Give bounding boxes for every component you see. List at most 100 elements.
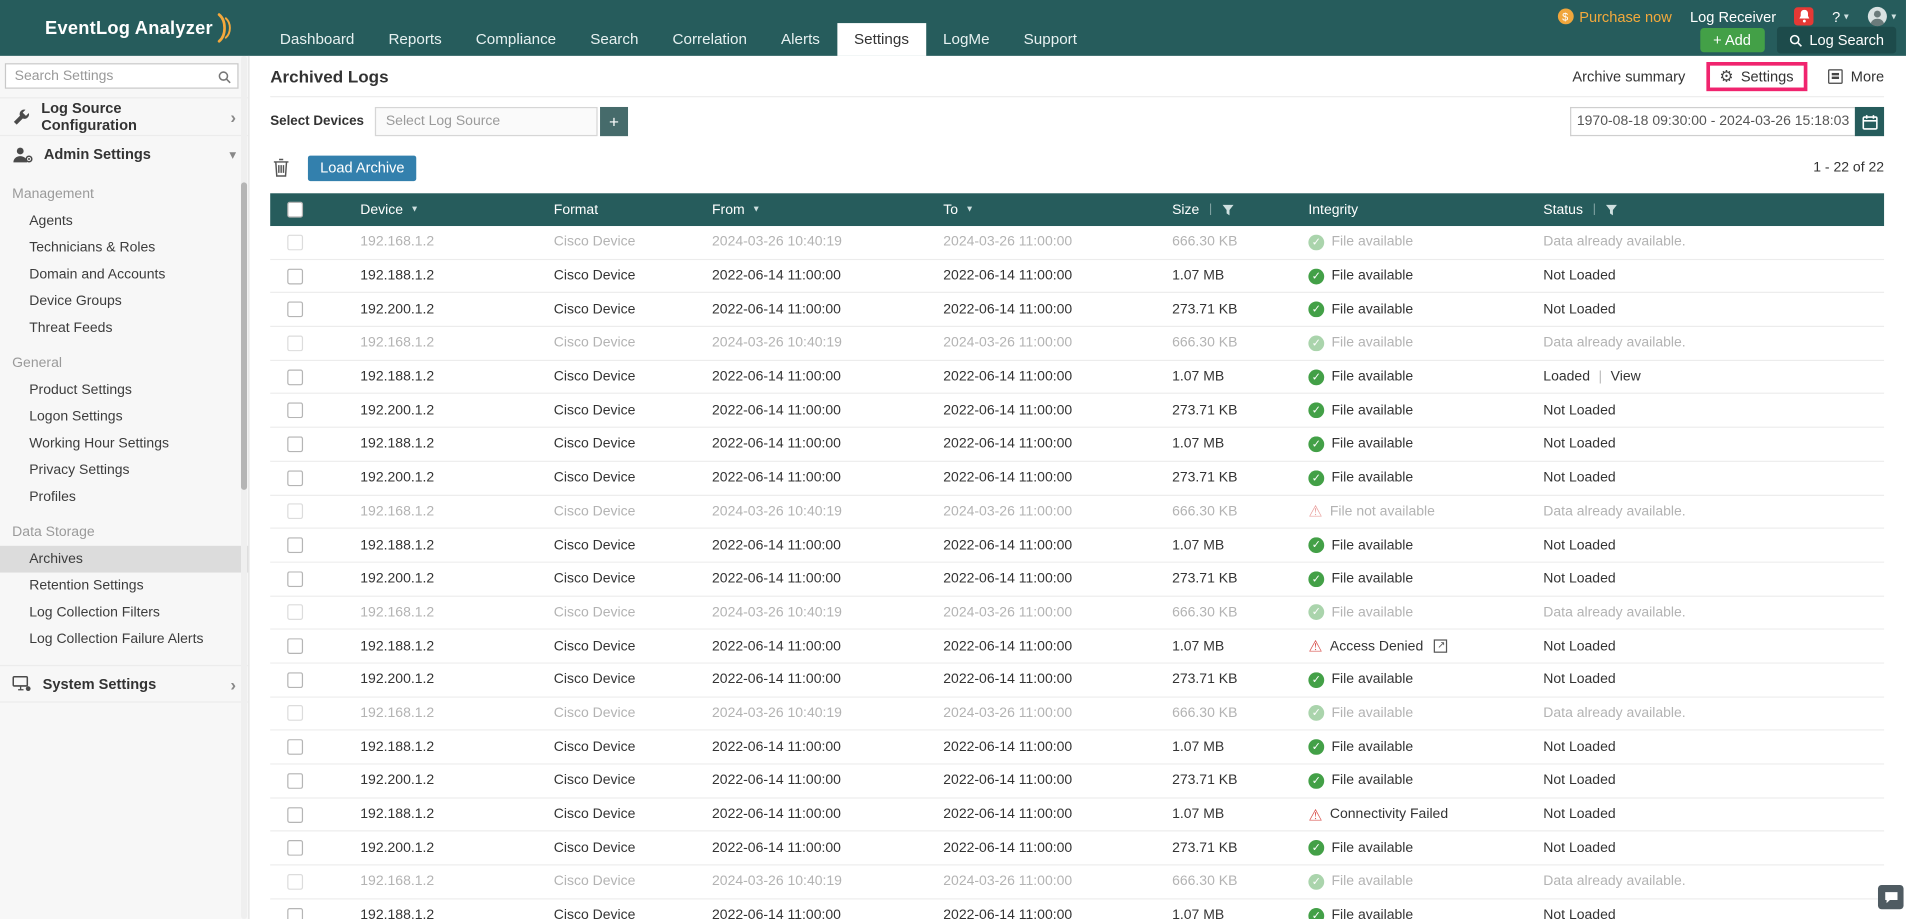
tab-reports[interactable]: Reports [371, 23, 458, 56]
row-checkbox[interactable] [286, 705, 303, 722]
archive-summary-link[interactable]: Archive summary [1572, 67, 1685, 84]
feedback-chat-icon[interactable] [1877, 884, 1904, 910]
settings-button[interactable]: Settings [1719, 67, 1794, 84]
sidebar-item-retention-settings[interactable]: Retention Settings [0, 573, 248, 600]
column-header-status[interactable]: Status | [1534, 202, 1885, 217]
row-checkbox[interactable] [286, 335, 303, 352]
column-header-from[interactable]: From [702, 202, 933, 217]
table-row[interactable]: 192.188.1.2 Cisco Device 2022-06-14 11:00:… [270, 360, 1885, 395]
row-checkbox[interactable] [286, 840, 303, 857]
table-row[interactable]: 192.200.1.2 Cisco Device 2022-06-14 11:00:… [270, 461, 1885, 496]
row-checkbox[interactable] [286, 470, 303, 486]
column-header-device[interactable]: Device [319, 202, 544, 217]
notification-bell-icon[interactable] [1794, 7, 1814, 26]
sidebar-item-profiles[interactable]: Profiles [0, 484, 248, 511]
row-checkbox[interactable] [286, 268, 303, 284]
more-button[interactable]: More [1827, 67, 1884, 84]
table-row[interactable]: 192.188.1.2 Cisco Device 2022-06-14 11:00:… [270, 798, 1885, 832]
sidebar-item-log-collection-filters[interactable]: Log Collection Filters [0, 599, 248, 626]
row-checkbox[interactable] [286, 503, 303, 520]
sidebar-item-logon-settings[interactable]: Logon Settings [0, 404, 248, 431]
table-row[interactable]: 192.200.1.2 Cisco Device 2022-06-14 11:00:… [270, 663, 1885, 698]
log-receiver-link[interactable]: Log Receiver [1690, 8, 1776, 25]
column-header-format[interactable]: Format [544, 202, 702, 217]
search-settings-input[interactable] [4, 63, 239, 89]
pagination-text[interactable]: 1 - 22 of 22 [1813, 160, 1884, 175]
row-checkbox[interactable] [286, 873, 303, 890]
table-row[interactable]: 192.168.1.2 Cisco Device 2024-03-26 10:40:… [270, 495, 1885, 530]
purchase-now-link[interactable]: Purchase now [1557, 8, 1672, 25]
table-row[interactable]: 192.188.1.2 Cisco Device 2022-06-14 11:00:… [270, 629, 1885, 664]
sidebar-scrollbar-thumb[interactable] [240, 182, 248, 490]
date-range-input[interactable]: 1970-08-18 09:30:00 - 2024-03-26 15:18:0… [1570, 106, 1855, 137]
row-checkbox[interactable] [286, 369, 303, 385]
tab-logme[interactable]: LogMe [926, 23, 1007, 56]
apps-grid-icon[interactable] [13, 19, 30, 36]
table-row[interactable]: 192.188.1.2 Cisco Device 2022-06-14 11:00:… [270, 529, 1885, 563]
column-header-integrity[interactable]: Integrity [1299, 202, 1534, 217]
row-checkbox[interactable] [286, 638, 303, 655]
table-row[interactable]: 192.188.1.2 Cisco Device 2022-06-14 11:00:… [270, 428, 1885, 462]
sidebar-item-threat-feeds[interactable]: Threat Feeds [0, 315, 248, 342]
sidebar-item-archives[interactable]: Archives [0, 545, 249, 573]
log-source-input[interactable] [374, 106, 598, 137]
table-row[interactable]: 192.168.1.2 Cisco Device 2024-03-26 10:40:… [270, 697, 1885, 731]
sidebar-item-agents[interactable]: Agents [0, 208, 248, 235]
calendar-button[interactable] [1854, 106, 1885, 137]
user-menu[interactable] [1867, 6, 1896, 27]
table-row[interactable]: 192.200.1.2 Cisco Device 2022-06-14 11:00:… [270, 394, 1885, 429]
row-checkbox[interactable] [286, 234, 303, 251]
filter-funnel-icon[interactable] [1222, 204, 1234, 216]
table-row[interactable]: 192.168.1.2 Cisco Device 2024-03-26 10:40:… [270, 865, 1885, 900]
row-checkbox[interactable] [286, 570, 303, 587]
row-checkbox[interactable] [286, 604, 303, 621]
row-checkbox[interactable] [286, 537, 303, 554]
row-checkbox[interactable] [286, 301, 303, 318]
tab-settings[interactable]: Settings [836, 23, 927, 56]
delete-button[interactable] [270, 158, 292, 177]
row-checkbox[interactable] [286, 402, 303, 419]
sidebar-item-device-groups[interactable]: Device Groups [0, 288, 248, 315]
sidebar-item-working-hour-settings[interactable]: Working Hour Settings [0, 430, 248, 457]
sidebar-item-system-settings[interactable]: System Settings [0, 664, 249, 703]
load-archive-button[interactable]: Load Archive [307, 154, 417, 181]
row-checkbox[interactable] [286, 806, 303, 823]
row-checkbox[interactable] [286, 772, 303, 789]
external-link-icon[interactable] [1434, 639, 1448, 653]
add-device-button[interactable]: + [600, 106, 629, 137]
filter-funnel-icon[interactable] [1606, 204, 1618, 216]
sidebar-item-domain-and-accounts[interactable]: Domain and Accounts [0, 261, 248, 288]
sidebar-item-admin-settings[interactable]: Admin Settings [0, 134, 249, 173]
sidebar-item-log-collection-failure-alerts[interactable]: Log Collection Failure Alerts [0, 626, 248, 653]
add-button[interactable]: + Add [1699, 27, 1765, 53]
tab-alerts[interactable]: Alerts [764, 23, 837, 56]
row-checkbox[interactable] [286, 671, 303, 688]
row-checkbox[interactable] [286, 436, 303, 453]
table-row[interactable]: 192.200.1.2 Cisco Device 2022-06-14 11:00:… [270, 831, 1885, 866]
sidebar-item-privacy-settings[interactable]: Privacy Settings [0, 457, 248, 484]
table-row[interactable]: 192.200.1.2 Cisco Device 2022-06-14 11:00:… [270, 562, 1885, 597]
table-row[interactable]: 192.188.1.2 Cisco Device 2022-06-14 11:00:… [270, 899, 1885, 919]
tab-dashboard[interactable]: Dashboard [263, 23, 372, 56]
sidebar-item-product-settings[interactable]: Product Settings [0, 377, 248, 404]
view-link[interactable]: View [1611, 370, 1641, 385]
sidebar-item-technicians-roles[interactable]: Technicians & Roles [0, 235, 248, 262]
table-row[interactable]: 192.200.1.2 Cisco Device 2022-06-14 11:00:… [270, 293, 1885, 328]
table-row[interactable]: 192.200.1.2 Cisco Device 2022-06-14 11:00:… [270, 764, 1885, 799]
column-header-size[interactable]: Size | [1162, 202, 1298, 217]
select-all-checkbox[interactable] [286, 201, 303, 218]
table-row[interactable]: 192.188.1.2 Cisco Device 2022-06-14 11:00:… [270, 730, 1885, 765]
tab-correlation[interactable]: Correlation [655, 23, 763, 56]
tab-search[interactable]: Search [573, 23, 655, 56]
log-search-button[interactable]: Log Search [1776, 26, 1897, 54]
sidebar-item-log-source-configuration[interactable]: Log Source Configuration [0, 97, 249, 135]
table-row[interactable]: 192.188.1.2 Cisco Device 2022-06-14 11:00:… [270, 259, 1885, 294]
row-checkbox[interactable] [286, 739, 303, 756]
row-checkbox[interactable] [286, 907, 303, 919]
table-row[interactable]: 192.168.1.2 Cisco Device 2024-03-26 10:40:… [270, 327, 1885, 361]
table-row[interactable]: 192.168.1.2 Cisco Device 2024-03-26 10:40:… [270, 596, 1885, 630]
tab-support[interactable]: Support [1007, 23, 1094, 56]
tab-compliance[interactable]: Compliance [459, 23, 573, 56]
column-header-to[interactable]: To [934, 202, 1163, 217]
table-row[interactable]: 192.168.1.2 Cisco Device 2024-03-26 10:40:… [270, 226, 1885, 260]
